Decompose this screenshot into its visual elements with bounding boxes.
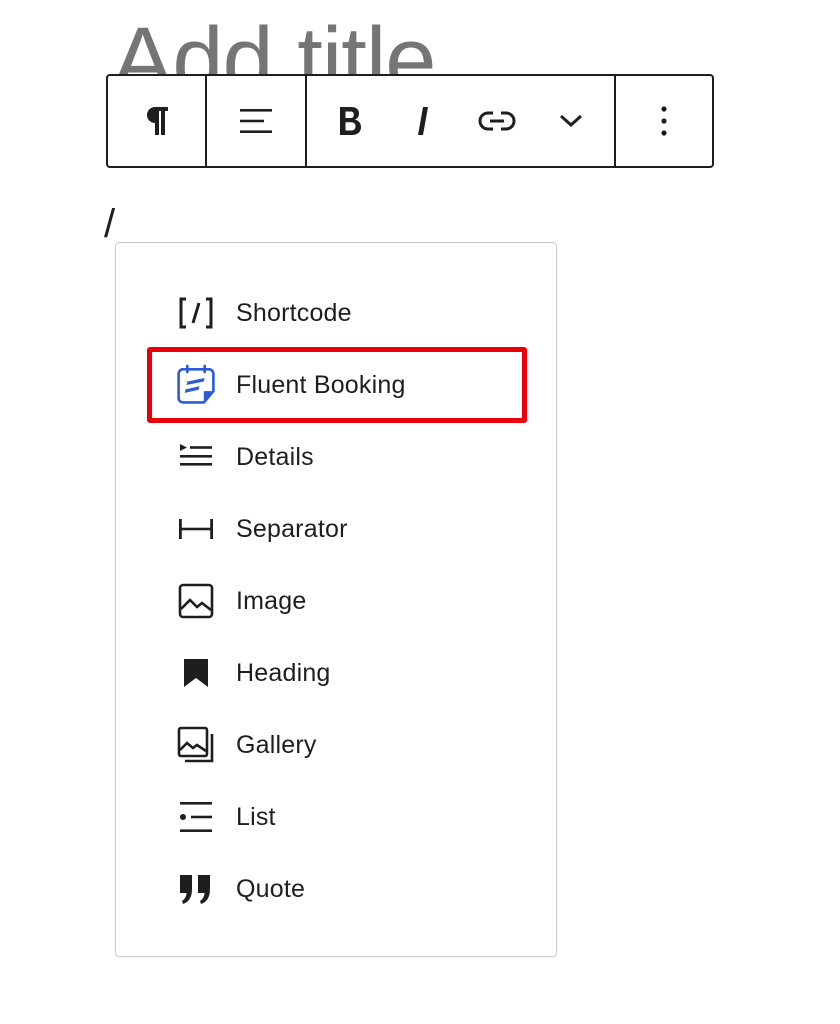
inserter-item-details[interactable]: Details bbox=[116, 421, 556, 493]
heading-bookmark-icon bbox=[176, 653, 216, 693]
inserter-item-label: Fluent Booking bbox=[236, 370, 406, 399]
details-icon bbox=[176, 437, 216, 477]
block-toolbar bbox=[106, 74, 714, 168]
inserter-item-label: Shortcode bbox=[236, 298, 352, 327]
gallery-icon bbox=[176, 725, 216, 765]
inserter-item-fluent-booking[interactable]: Fluent Booking bbox=[116, 347, 556, 423]
link-icon bbox=[478, 111, 516, 131]
bold-button[interactable] bbox=[314, 76, 386, 166]
toolbar-group-options bbox=[616, 76, 712, 166]
inserter-item-label: Heading bbox=[236, 658, 331, 687]
inserter-list: Shortcode Fluent Booking Details Separat… bbox=[116, 277, 556, 925]
inserter-item-list[interactable]: List bbox=[116, 781, 556, 853]
chevron-down-icon bbox=[560, 114, 583, 128]
bold-icon bbox=[339, 107, 361, 135]
paragraph-button[interactable] bbox=[108, 76, 205, 166]
italic-icon bbox=[417, 107, 428, 135]
inserter-item-quote[interactable]: Quote bbox=[116, 853, 556, 925]
link-button[interactable] bbox=[461, 76, 533, 166]
separator-icon bbox=[176, 509, 216, 549]
more-formatting-button[interactable] bbox=[535, 76, 607, 166]
align-left-icon bbox=[240, 109, 272, 133]
toolbar-group-block-type bbox=[108, 76, 207, 166]
list-icon bbox=[176, 797, 216, 837]
options-button[interactable] bbox=[616, 76, 712, 166]
pilcrow-icon bbox=[146, 107, 168, 135]
inserter-item-gallery[interactable]: Gallery bbox=[116, 709, 556, 781]
quote-icon bbox=[176, 869, 216, 909]
inserter-item-label: Gallery bbox=[236, 730, 317, 759]
inserter-item-separator[interactable]: Separator bbox=[116, 493, 556, 565]
inserter-item-shortcode[interactable]: Shortcode bbox=[116, 277, 556, 349]
paragraph-block[interactable]: / bbox=[104, 204, 115, 244]
slash-inserter-popover: Shortcode Fluent Booking Details Separat… bbox=[115, 242, 557, 957]
editor-canvas: Add title / Shortcode Fluent Booking Det… bbox=[0, 0, 840, 1024]
inserter-item-label: Separator bbox=[236, 514, 348, 543]
inserter-item-image[interactable]: Image bbox=[116, 565, 556, 637]
vertical-ellipsis-icon bbox=[661, 106, 667, 136]
fluent-booking-icon bbox=[176, 364, 216, 405]
inserter-item-label: Details bbox=[236, 442, 314, 471]
inserter-item-heading[interactable]: Heading bbox=[116, 637, 556, 709]
image-icon bbox=[176, 581, 216, 621]
toolbar-group-align bbox=[207, 76, 307, 166]
shortcode-icon bbox=[176, 293, 216, 333]
toolbar-group-format bbox=[307, 76, 616, 166]
inserter-item-label: List bbox=[236, 802, 276, 831]
align-button[interactable] bbox=[207, 76, 305, 166]
inserter-item-label: Image bbox=[236, 586, 307, 615]
inserter-item-label: Quote bbox=[236, 874, 306, 903]
italic-button[interactable] bbox=[388, 76, 460, 166]
